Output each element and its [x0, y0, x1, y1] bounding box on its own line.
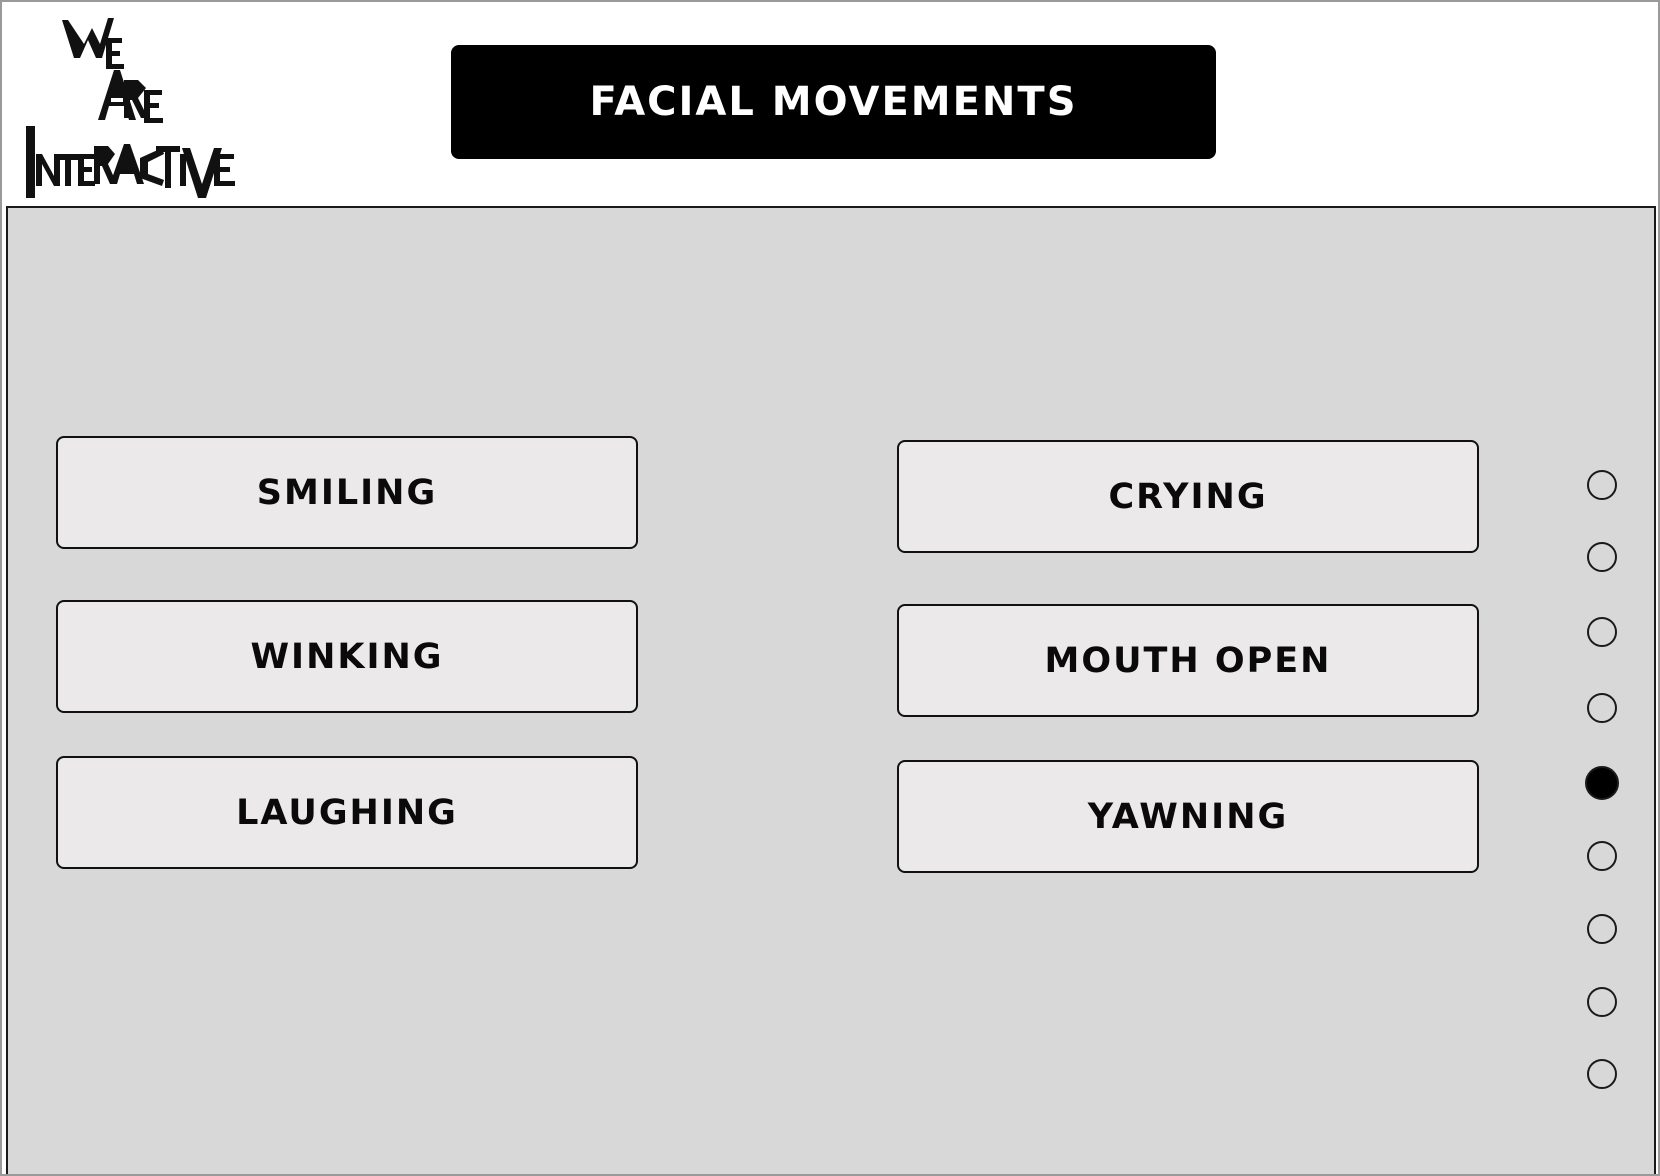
option-label: SMILING — [256, 472, 438, 513]
page-indicator — [1583, 208, 1623, 1174]
page-dot-9[interactable] — [1587, 1059, 1617, 1089]
option-laughing-button[interactable]: LAUGHING — [56, 756, 638, 869]
option-label: MOUTH OPEN — [1044, 640, 1332, 681]
option-mouth-open-button[interactable]: MOUTH OPEN — [897, 604, 1479, 717]
option-crying-button[interactable]: CRYING — [897, 440, 1479, 553]
page-dot-6[interactable] — [1587, 841, 1617, 871]
option-winking-button[interactable]: WINKING — [56, 600, 638, 713]
page-dot-4[interactable] — [1587, 693, 1617, 723]
option-label: CRYING — [1108, 476, 1268, 517]
option-label: LAUGHING — [236, 792, 458, 833]
page-title-bar: FACIAL MOVEMENTS — [451, 45, 1216, 159]
page-title: FACIAL MOVEMENTS — [589, 79, 1078, 125]
option-label: YAWNING — [1087, 796, 1289, 837]
option-smiling-button[interactable]: SMILING — [56, 436, 638, 549]
app-frame: FACIAL MOVEMENTS SMILING WINKING LAUGHIN… — [0, 0, 1660, 1176]
option-label: WINKING — [250, 636, 444, 677]
header: FACIAL MOVEMENTS — [2, 2, 1658, 206]
option-yawning-button[interactable]: YAWNING — [897, 760, 1479, 873]
we-are-interactive-logo — [22, 8, 262, 203]
page-dot-3[interactable] — [1587, 617, 1617, 647]
page-dot-5-active[interactable] — [1585, 766, 1619, 800]
page-dot-8[interactable] — [1587, 987, 1617, 1017]
main-panel: SMILING WINKING LAUGHING CRYING MOUTH OP… — [6, 206, 1656, 1174]
page-dot-7[interactable] — [1587, 914, 1617, 944]
page-dot-2[interactable] — [1587, 542, 1617, 572]
page-dot-1[interactable] — [1587, 470, 1617, 500]
